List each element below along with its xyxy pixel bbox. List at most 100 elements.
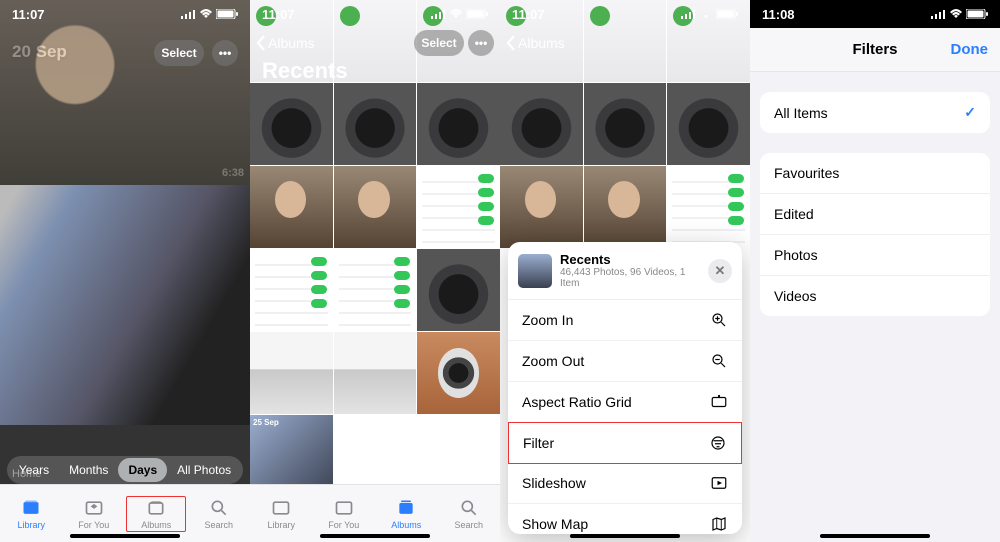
select-button[interactable]: Select <box>414 30 464 56</box>
day-location-1: Birmingham <box>12 215 71 227</box>
back-button[interactable]: Albums <box>506 35 565 51</box>
battery-icon <box>466 9 488 19</box>
cellular-icon <box>681 9 696 19</box>
filter-favourites[interactable]: Favourites <box>760 153 990 194</box>
tab-library[interactable]: Library <box>251 498 311 530</box>
sheet-title: Recents <box>560 252 700 267</box>
home-indicator[interactable] <box>820 534 930 538</box>
filters-nav: Filters Done <box>750 28 1000 72</box>
grid-thumb[interactable] <box>250 332 333 414</box>
status-time: 11:08 <box>762 7 795 22</box>
screen-recents-actionsheet: 11:07 Albums Recents 46,443 Photos, 96 V… <box>500 0 750 542</box>
grid-thumb[interactable] <box>334 249 417 331</box>
menu-zoom-in[interactable]: Zoom In <box>508 300 742 341</box>
menu-aspect-grid[interactable]: Aspect Ratio Grid <box>508 382 742 423</box>
segment-all-photos[interactable]: All Photos <box>167 458 241 482</box>
screen-library-days: 11:07 20 Sep 6:38 25 Sep Birmingham +135… <box>0 0 250 542</box>
chevron-left-icon <box>256 35 266 51</box>
segment-months[interactable]: Months <box>59 458 118 482</box>
menu-filter[interactable]: Filter <box>508 422 742 464</box>
filter-edited[interactable]: Edited <box>760 194 990 235</box>
album-title: Recents <box>262 58 348 84</box>
menu-zoom-out[interactable]: Zoom Out <box>508 341 742 382</box>
zoom-in-icon <box>710 311 728 329</box>
close-button[interactable]: ✕ <box>708 259 732 283</box>
done-button[interactable]: Done <box>951 41 989 58</box>
sheet-subtitle: 46,443 Photos, 96 Videos, 1 Item <box>560 267 700 289</box>
battery-icon <box>716 9 738 19</box>
select-button[interactable]: Select <box>154 40 204 66</box>
nav-bar: Albums <box>500 28 750 58</box>
menu-show-map[interactable]: Show Map <box>508 504 742 534</box>
ellipsis-icon: ••• <box>475 36 488 50</box>
tab-for-you[interactable]: For You <box>314 498 374 530</box>
filter-videos[interactable]: Videos <box>760 276 990 316</box>
sheet-thumbnail <box>518 254 552 288</box>
tab-search[interactable]: Search <box>439 498 499 530</box>
action-sheet: Recents 46,443 Photos, 96 Videos, 1 Item… <box>508 242 742 534</box>
wifi-icon <box>449 9 463 19</box>
status-bar: 11:07 <box>250 0 500 28</box>
checkmark-icon: ✓ <box>964 104 976 121</box>
view-segment-control: Years Months Days All Photos <box>0 456 250 484</box>
close-icon: ✕ <box>715 263 726 279</box>
tab-search[interactable]: Search <box>189 498 249 530</box>
segment-days[interactable]: Days <box>118 458 167 482</box>
back-button[interactable]: Albums <box>256 35 315 51</box>
filter-photos[interactable]: Photos <box>760 235 990 276</box>
days-scroll[interactable]: 20 Sep 6:38 25 Sep Birmingham +135 Selec… <box>0 0 250 542</box>
home-indicator[interactable] <box>320 534 430 538</box>
filter-group-current: All Items ✓ <box>760 92 990 133</box>
status-indicators <box>681 9 738 19</box>
status-time: 11:07 <box>512 7 545 22</box>
zoom-out-icon <box>710 352 728 370</box>
grid-thumb[interactable] <box>334 83 417 165</box>
wifi-icon <box>949 9 963 19</box>
home-indicator[interactable] <box>570 534 680 538</box>
more-count-badge: +135 <box>205 403 244 419</box>
ellipsis-icon: ••• <box>219 46 232 60</box>
grid-thumb[interactable] <box>417 83 500 165</box>
status-indicators <box>931 9 988 19</box>
more-button[interactable]: ••• <box>212 40 238 66</box>
grid-thumb[interactable] <box>334 166 417 248</box>
more-button[interactable]: ••• <box>468 30 494 56</box>
cellular-icon <box>181 9 196 19</box>
filter-icon <box>709 434 727 452</box>
cellular-icon <box>931 9 946 19</box>
menu-slideshow[interactable]: Slideshow <box>508 463 742 504</box>
filter-all-items[interactable]: All Items ✓ <box>760 92 990 133</box>
tab-albums[interactable]: Albums <box>126 496 186 532</box>
sheet-header: Recents 46,443 Photos, 96 Videos, 1 Item… <box>508 242 742 299</box>
tab-albums[interactable]: Albums <box>376 498 436 530</box>
status-time: 11:07 <box>262 7 295 22</box>
wifi-icon <box>699 9 713 19</box>
status-bar: 11:07 <box>0 0 250 28</box>
status-indicators <box>181 9 238 19</box>
status-bar: 11:07 <box>500 0 750 28</box>
aspect-icon <box>710 393 728 411</box>
status-indicators <box>431 9 488 19</box>
map-icon <box>710 515 728 533</box>
grid-thumb[interactable] <box>417 166 500 248</box>
chevron-left-icon <box>506 35 516 51</box>
tab-for-you[interactable]: For You <box>64 498 124 530</box>
day-date-0: 20 Sep <box>12 42 67 62</box>
grid-thumb[interactable] <box>250 83 333 165</box>
grid-thumb[interactable] <box>334 332 417 414</box>
grid-thumb[interactable] <box>250 166 333 248</box>
tab-library[interactable]: Library <box>1 498 61 530</box>
status-bar: 11:08 <box>750 0 1000 28</box>
grid-thumb[interactable] <box>250 249 333 331</box>
filter-group-options: Favourites Edited Photos Videos <box>760 153 990 316</box>
nav-bar: Albums Select ••• <box>250 28 500 58</box>
day-card-1[interactable]: 25 Sep Birmingham +135 <box>0 185 250 425</box>
wifi-icon <box>199 9 213 19</box>
segment-years[interactable]: Years <box>9 458 59 482</box>
battery-icon <box>216 9 238 19</box>
grid-thumb[interactable] <box>417 249 500 331</box>
play-icon <box>710 474 728 492</box>
home-indicator[interactable] <box>70 534 180 538</box>
grid-thumb[interactable] <box>417 332 500 414</box>
battery-icon <box>966 9 988 19</box>
